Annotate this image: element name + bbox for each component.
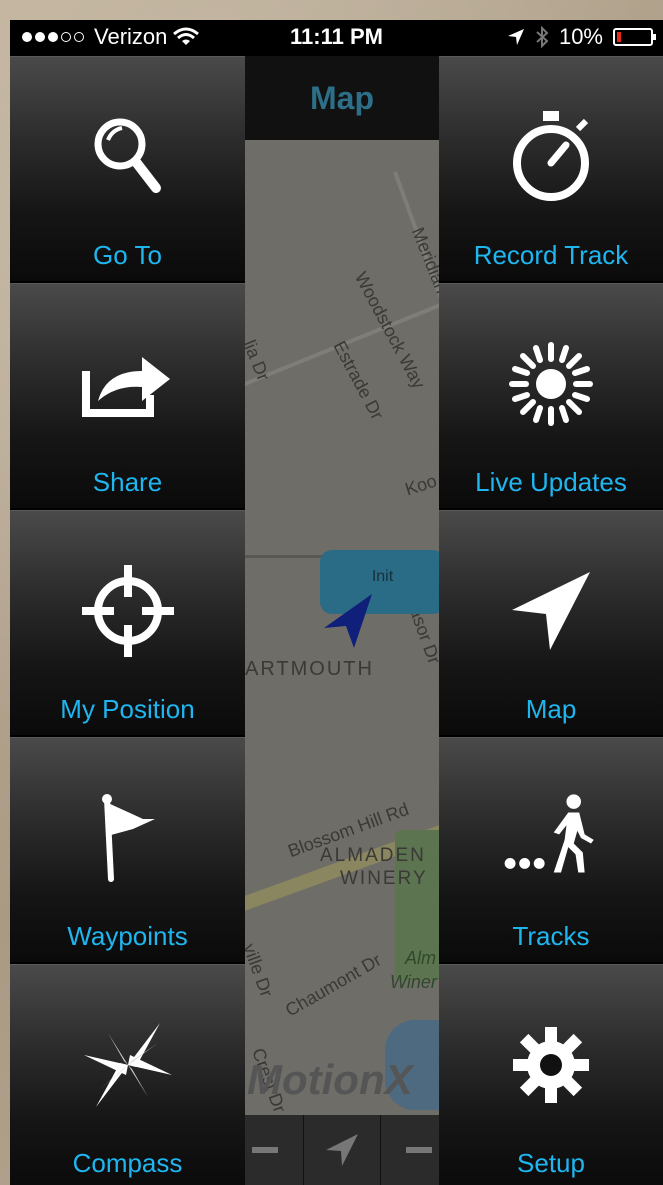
map-poi-label: Winer [390,972,437,992]
map-poi-label: WINERY [340,868,428,889]
battery-icon [613,28,656,46]
status-bar: Verizon 11:11 PM 10% [10,20,663,56]
map-street-label: Koo [402,470,439,500]
record-track-label: Record Track [473,240,629,270]
record-track-tile[interactable]: Record Track [439,56,663,281]
live-updates-tile[interactable]: Live Updates [439,283,663,508]
gear-icon [513,1027,589,1103]
phone-screen: Verizon 11:11 PM 10% Map Meridian Woodst… [10,20,663,1185]
map-street-label: Meridian [407,224,439,297]
zoom-out-button[interactable] [245,1130,285,1170]
minus-icon [406,1147,432,1153]
flag-icon [101,794,155,882]
stopwatch-icon [513,111,589,201]
map-poi-label: ALMADEN [320,845,426,866]
waypoints-tile[interactable]: Waypoints [10,737,245,962]
status-right: 10% [507,24,656,50]
map-tile[interactable]: Map [439,510,663,735]
waypoints-label: Waypoints [67,921,188,951]
share-icon [81,357,170,417]
compass-label: Compass [72,1148,183,1178]
motionx-watermark: MotionX [247,1056,413,1103]
setup-label: Setup [517,1148,585,1178]
map-title-bar: Map [245,56,439,140]
tracks-label: Tracks [512,921,590,951]
zoom-in-button[interactable] [399,1130,439,1170]
share-tile[interactable]: Share [10,283,245,508]
location-arrow-icon [507,29,524,45]
right-tile-column: Record Track Live Updates Map Tracks Set… [439,56,663,1185]
battery-percent: 10% [558,24,603,49]
live-updates-label: Live Updates [475,467,627,497]
map-area-label: ARTMOUTH [245,658,374,680]
crosshair-icon [81,565,174,657]
navigation-arrow-icon [512,572,590,650]
magnifier-icon [94,118,161,193]
map-label: Map [525,694,577,724]
left-tile-column: Go To Share My Position Waypoints Compas… [10,56,245,1185]
my-position-label: My Position [60,694,195,724]
map-poi-label: Alm [405,948,436,968]
walking-person-icon [504,794,594,873]
navigation-arrow-icon [326,1134,358,1166]
map-street-label: ville Dr [245,941,277,1000]
map-preview[interactable]: Map Meridian Woodstock Way Estrade Dr li… [245,56,439,1185]
minus-icon [252,1147,278,1153]
broadcast-sun-icon [509,342,593,426]
position-pointer-icon [324,594,372,648]
go-to-tile[interactable]: Go To [10,56,245,281]
tracks-tile[interactable]: Tracks [439,737,663,962]
locate-button[interactable] [322,1130,362,1170]
map-canvas[interactable]: Meridian Woodstock Way Estrade Dr lia Dr… [245,140,439,1115]
map-street-label: lia Dr [245,337,274,384]
map-title: Map [310,79,374,116]
map-street-label: Chaumont Dr [281,949,385,1021]
map-street-label: Estrade Dr [329,337,388,423]
bluetooth-icon [536,26,549,48]
share-label: Share [92,467,163,497]
map-toolbar [245,1115,439,1185]
compass-tile[interactable]: Compass [10,964,245,1185]
my-position-tile[interactable]: My Position [10,510,245,735]
setup-tile[interactable]: Setup [439,964,663,1185]
compass-star-icon [83,1023,172,1107]
go-to-label: Go To [93,240,162,270]
